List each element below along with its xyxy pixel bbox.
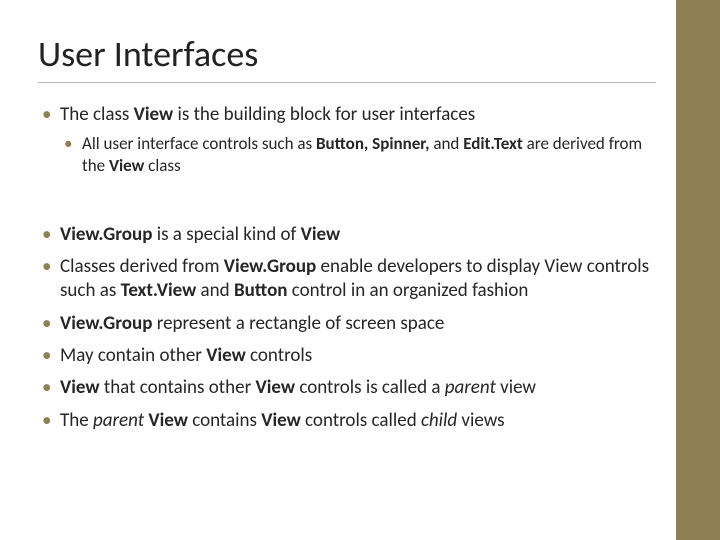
bold-text: View.Group bbox=[60, 223, 152, 246]
list-item: The parent View contains View controls c… bbox=[38, 409, 656, 433]
text: Classes derived from bbox=[60, 255, 224, 278]
text: All user interface controls such as bbox=[82, 133, 316, 154]
text: represent a rectangle of screen space bbox=[157, 312, 445, 335]
sub-bullet-list: All user interface controls such as Butt… bbox=[60, 133, 656, 177]
list-item: All user interface controls such as Butt… bbox=[60, 133, 656, 177]
bold-text: Text.View bbox=[121, 279, 197, 302]
spacer bbox=[38, 185, 656, 203]
list-item: May contain other View controls bbox=[38, 344, 656, 368]
text: view bbox=[496, 376, 536, 399]
bold-text: View bbox=[261, 409, 301, 432]
list-item: View.Group is a special kind of View bbox=[38, 223, 656, 247]
text: The class bbox=[60, 103, 134, 126]
text: views bbox=[457, 409, 504, 432]
text: is the building block for user interface… bbox=[173, 103, 475, 126]
list-item: The class View is the building block for… bbox=[38, 103, 656, 177]
list-item: Classes derived from View.Group enable d… bbox=[38, 255, 656, 304]
text: and bbox=[196, 279, 234, 302]
bold-text: View bbox=[109, 155, 144, 176]
accent-sidebar bbox=[676, 0, 720, 540]
text: and bbox=[429, 133, 463, 154]
page-title: User Interfaces bbox=[38, 32, 656, 83]
slide: User Interfaces The class View is the bu… bbox=[0, 0, 720, 540]
list-item: View.Group represent a rectangle of scre… bbox=[38, 312, 656, 336]
text: controls is called a bbox=[295, 376, 445, 399]
text: control in an organized fashion bbox=[287, 279, 528, 302]
bold-text: Edit.Text bbox=[463, 133, 523, 154]
italic-text: parent bbox=[93, 409, 144, 432]
text: controls called bbox=[301, 409, 421, 432]
bold-text: View.Group bbox=[224, 255, 316, 278]
text: contains bbox=[188, 409, 261, 432]
bold-text: View bbox=[206, 344, 246, 367]
bold-text: View bbox=[301, 223, 341, 246]
slide-content: User Interfaces The class View is the bu… bbox=[0, 0, 676, 540]
bullet-list: The class View is the building block for… bbox=[38, 103, 656, 177]
bullet-list: View.Group is a special kind of View Cla… bbox=[38, 223, 656, 433]
bold-text: View bbox=[256, 376, 296, 399]
text: that contains other bbox=[104, 376, 256, 399]
list-item: View that contains other View controls i… bbox=[38, 376, 656, 400]
italic-text: parent bbox=[445, 376, 496, 399]
bold-text: View bbox=[148, 409, 188, 432]
text: controls bbox=[246, 344, 313, 367]
bold-text: Button, Spinner, bbox=[316, 133, 429, 154]
text: May contain other bbox=[60, 344, 206, 367]
text: is a special kind of bbox=[152, 223, 300, 246]
text: class bbox=[144, 155, 180, 176]
bold-text: View.Group bbox=[60, 312, 157, 335]
italic-text: child bbox=[421, 409, 457, 432]
bold-text: View bbox=[134, 103, 174, 126]
bold-text: Button bbox=[234, 279, 288, 302]
bold-text: View bbox=[60, 376, 104, 399]
text: The bbox=[60, 409, 93, 432]
